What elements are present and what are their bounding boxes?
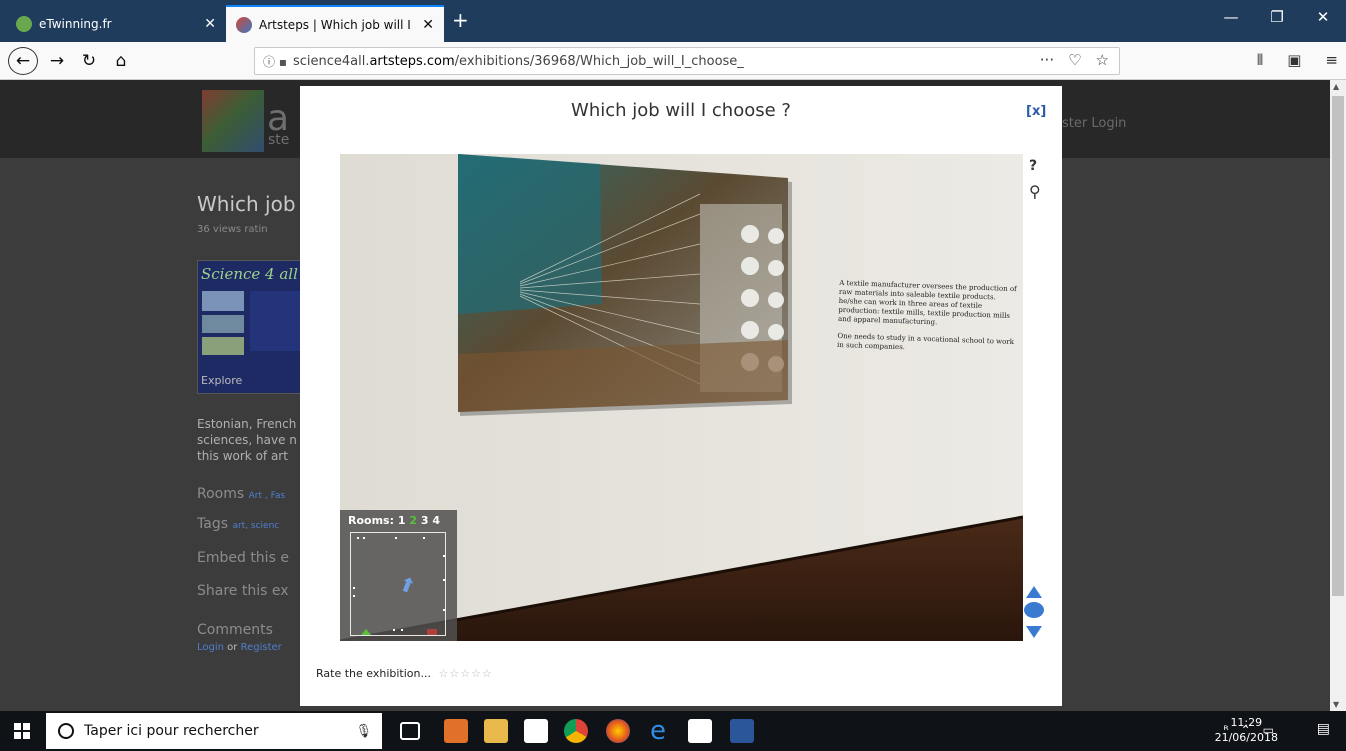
back-icon[interactable]: ← <box>8 47 38 75</box>
room-link-4[interactable]: 4 <box>432 514 440 527</box>
modal-close-button[interactable]: [x] <box>1026 104 1046 119</box>
room-link-2[interactable]: 2 <box>409 514 417 527</box>
exit-icon <box>427 629 437 635</box>
position-arrow-icon: ⬆ <box>395 570 420 600</box>
pocket-icon[interactable]: ♡ <box>1068 51 1081 69</box>
url-text: science4all.artsteps.com/exhibitions/369… <box>292 53 744 69</box>
home-icon[interactable]: ⌂ <box>108 47 134 75</box>
word-icon[interactable] <box>730 719 754 743</box>
etwinning-favicon-icon <box>16 15 32 32</box>
chrome-icon[interactable] <box>564 719 588 743</box>
thumbnail-title: Science 4 all <box>201 265 298 283</box>
tags-row: Tags art, scienc <box>197 516 280 532</box>
rooms-links[interactable]: Art , Fas <box>249 491 286 501</box>
search-placeholder: Taper ici pour rechercher <box>84 723 259 739</box>
address-bar[interactable]: ⓘ ▪ science4all.artsteps.com/exhibitions… <box>254 47 1120 75</box>
embed-label: Embed this e <box>197 550 289 566</box>
login-link[interactable]: Login <box>197 642 224 653</box>
outlook-icon[interactable] <box>444 719 468 743</box>
bookmark-star-icon[interactable]: ☆ <box>1096 51 1109 69</box>
exhibition-meta: 36 views ratin <box>197 224 268 235</box>
register-login-link[interactable]: ster Login <box>1062 116 1126 131</box>
room-link-3[interactable]: 3 <box>421 514 429 527</box>
exhibition-thumbnail[interactable]: Science 4 all Explore <box>197 260 307 394</box>
3d-viewer[interactable]: A textile manufacturer oversees the prod… <box>340 154 1023 641</box>
more-icon[interactable]: ··· <box>1040 51 1054 69</box>
logo-subtext: ste <box>268 132 290 148</box>
notification-icon[interactable]: ▤ <box>1317 721 1330 737</box>
tab-artsteps[interactable]: Artsteps | Which job will I choo ✕ <box>226 5 444 42</box>
rating-widget: Rate the exhibition... ☆☆☆☆☆ <box>316 667 493 680</box>
wall-caption: A textile manufacturer oversees the prod… <box>836 278 1017 352</box>
forward-icon[interactable]: → <box>44 47 70 75</box>
explore-button[interactable]: Explore <box>201 374 242 387</box>
site-info-icon[interactable]: ⓘ ▪ <box>263 53 287 70</box>
edge-icon[interactable]: e <box>646 718 670 744</box>
tab-close-icon[interactable]: ✕ <box>422 17 434 33</box>
room-link-1[interactable]: 1 <box>398 514 406 527</box>
windows-start-icon[interactable] <box>14 723 30 739</box>
tab-close-icon[interactable]: ✕ <box>204 16 216 32</box>
taskbar-search[interactable]: Taper ici pour rechercher 🎙 <box>46 713 382 749</box>
task-view-icon[interactable] <box>400 722 420 740</box>
help-icon[interactable]: ? <box>1029 158 1037 174</box>
minimap-floorplan[interactable]: ⬆ <box>350 532 446 636</box>
cortana-icon <box>58 723 74 739</box>
minimize-icon[interactable]: — <box>1208 8 1254 26</box>
exhibition-title: Which job <box>197 192 296 216</box>
eye-icon[interactable] <box>1024 602 1044 618</box>
clock-time: 11:29 <box>1230 716 1263 729</box>
reload-icon[interactable]: ↻ <box>76 47 102 75</box>
tab-etwinning[interactable]: eTwinning.fr ✕ <box>6 5 226 42</box>
page-scrollbar[interactable]: ▲ ▼ <box>1330 80 1346 711</box>
star-rating-icon[interactable]: ☆☆☆☆☆ <box>438 667 492 680</box>
clock-date: 21/06/2018 <box>1214 731 1278 744</box>
sidebar-icon[interactable]: ▣ <box>1287 51 1301 69</box>
scroll-down-icon[interactable]: ▼ <box>1333 700 1339 709</box>
exhibition-modal: Which job will I choose ? [x] A textile … <box>300 86 1062 706</box>
windows-taskbar: Taper ici pour rechercher 🎙 e ᴿ ⌃ ▭ 11:2… <box>0 711 1346 751</box>
app-icon[interactable] <box>688 719 712 743</box>
library-icon[interactable]: ⫴ <box>1257 51 1263 69</box>
new-tab-button[interactable]: + <box>452 8 469 32</box>
screen: eTwinning.fr ✕ Artsteps | Which job will… <box>0 0 1346 751</box>
store-icon[interactable] <box>524 719 548 743</box>
comments-heading: Comments <box>197 622 273 638</box>
tab-title: eTwinning.fr <box>39 16 112 31</box>
entrance-icon <box>361 629 371 635</box>
scroll-up-icon[interactable]: ▲ <box>1333 82 1339 91</box>
comments-login: Login or Register <box>197 642 282 653</box>
window-close-icon[interactable]: ✕ <box>1300 8 1346 26</box>
tab-title: Artsteps | Which job will I choo <box>259 17 414 32</box>
tab-bar: eTwinning.fr ✕ Artsteps | Which job will… <box>0 0 1346 42</box>
share-label: Share this ex <box>197 583 289 599</box>
rooms-row: Rooms Art , Fas <box>197 486 286 502</box>
room-minimap[interactable]: Rooms: 1 2 3 4 ⬆ <box>340 510 457 641</box>
camera-down-icon[interactable] <box>1026 626 1042 638</box>
microphone-icon[interactable]: 🎙 <box>355 724 372 739</box>
tags-links[interactable]: art, scienc <box>232 521 279 531</box>
thumbnail-text-block <box>250 291 302 351</box>
rate-label: Rate the exhibition... <box>316 667 431 680</box>
thumbnail-photo <box>202 337 244 355</box>
firefox-icon[interactable] <box>606 719 630 743</box>
restore-icon[interactable]: ❐ <box>1254 8 1300 26</box>
thumbnail-photo <box>202 315 244 333</box>
artsteps-logo-icon[interactable] <box>202 90 264 152</box>
room-selector: Rooms: 1 2 3 4 <box>348 514 440 527</box>
artsteps-favicon-icon <box>236 16 252 33</box>
taskbar-clock[interactable]: 11:29 21/06/2018 <box>1215 715 1278 745</box>
modal-title: Which job will I choose ? <box>571 100 791 121</box>
exhibition-description: Estonian, French sciences, have n this w… <box>197 417 297 463</box>
map-pin-icon[interactable]: ⚲ <box>1029 182 1041 201</box>
camera-up-icon[interactable] <box>1026 586 1042 598</box>
navigation-bar: ← → ↻ ⌂ ⓘ ▪ science4all.artsteps.com/exh… <box>0 42 1346 80</box>
file-explorer-icon[interactable] <box>484 719 508 743</box>
register-link[interactable]: Register <box>241 642 282 653</box>
thumbnail-photo <box>202 291 244 311</box>
menu-icon[interactable]: ≡ <box>1325 51 1338 69</box>
scrollbar-thumb[interactable] <box>1332 96 1344 596</box>
